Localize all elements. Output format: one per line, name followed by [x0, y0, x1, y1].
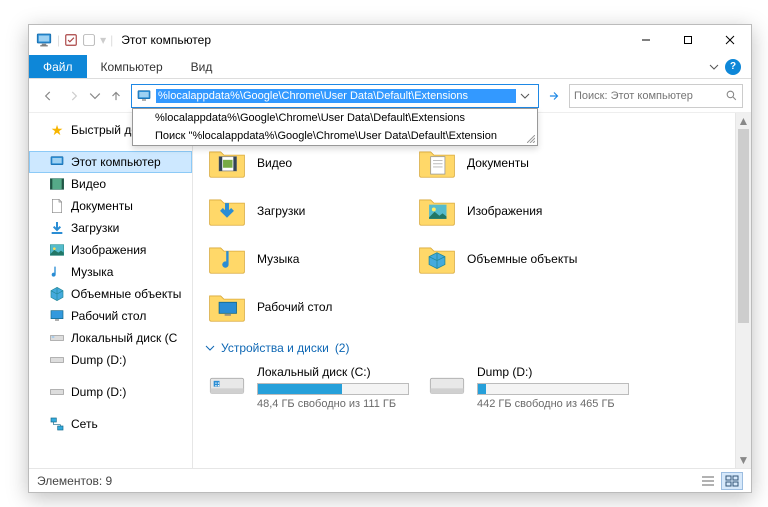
sidebar-item-desktop[interactable]: Рабочий стол — [29, 305, 192, 327]
folder-3d-objects[interactable]: Объемные объекты — [413, 235, 623, 283]
chevron-down-icon — [205, 343, 215, 353]
folder-documents[interactable]: Документы — [413, 139, 623, 187]
this-pc-icon — [136, 88, 152, 104]
tab-view[interactable]: Вид — [177, 55, 227, 78]
close-button[interactable] — [709, 26, 751, 54]
sidebar-item-3d-objects[interactable]: Объемные объекты — [29, 283, 192, 305]
qat-checkbox-icon[interactable] — [64, 33, 78, 47]
folder-images[interactable]: Изображения — [413, 187, 623, 235]
go-button[interactable] — [543, 85, 565, 107]
this-pc-icon — [35, 31, 53, 49]
address-bar[interactable]: %localappdata%\Google\Chrome\User Data\D… — [131, 84, 539, 108]
video-icon — [49, 176, 65, 192]
drive-dump-d[interactable]: Dump (D:) 442 ГБ свободно из 465 ГБ — [423, 361, 633, 414]
vertical-scrollbar[interactable]: ▲ ▼ — [735, 113, 751, 468]
recent-dropdown[interactable] — [89, 85, 101, 107]
drive-icon — [207, 365, 247, 405]
view-details-button[interactable] — [697, 472, 719, 490]
status-item-count: Элементов: 9 — [37, 474, 112, 488]
this-pc-icon — [49, 154, 65, 170]
drive-usage-bar — [477, 383, 629, 395]
up-button[interactable] — [105, 85, 127, 107]
folder-icon — [418, 146, 456, 180]
sidebar-item-network[interactable]: Сеть — [29, 413, 192, 435]
scroll-up-icon[interactable]: ▲ — [736, 113, 751, 129]
maximize-button[interactable] — [667, 26, 709, 54]
folder-icon — [418, 194, 456, 228]
sidebar-item-local-disk-c[interactable]: Локальный диск (C — [29, 327, 192, 349]
status-bar: Элементов: 9 — [29, 468, 751, 492]
section-devices-and-drives[interactable]: Устройства и диски (2) — [203, 331, 747, 361]
sidebar-item-images[interactable]: Изображения — [29, 239, 192, 261]
qat-dropdown-icon[interactable] — [82, 33, 96, 47]
drive-icon — [49, 330, 65, 346]
sidebar-item-dump-d-1[interactable]: Dump (D:) — [29, 349, 192, 371]
network-icon — [49, 416, 65, 432]
ribbon-tabs: Файл Компьютер Вид ? — [29, 55, 751, 79]
drive-icon — [49, 384, 65, 400]
address-suggestion-search[interactable]: Поиск "%localappdata%\Google\Chrome\User… — [133, 127, 537, 145]
qat-separator: | — [57, 33, 60, 47]
ribbon-expand-icon[interactable] — [709, 62, 719, 72]
desktop-icon — [49, 308, 65, 324]
download-icon — [49, 220, 65, 236]
folder-music[interactable]: Музыка — [203, 235, 413, 283]
address-input[interactable]: %localappdata%\Google\Chrome\User Data\D… — [156, 89, 516, 103]
sidebar-item-video[interactable]: Видео — [29, 173, 192, 195]
forward-button[interactable] — [63, 85, 85, 107]
sidebar-item-dump-d-2[interactable]: Dump (D:) — [29, 381, 192, 403]
sidebar-item-documents[interactable]: Документы — [29, 195, 192, 217]
back-button[interactable] — [37, 85, 59, 107]
minimize-button[interactable] — [625, 26, 667, 54]
image-icon — [49, 242, 65, 258]
folder-icon — [208, 242, 246, 276]
drive-local-c[interactable]: Локальный диск (C:) 48,4 ГБ свободно из … — [203, 361, 413, 414]
drive-icon — [427, 365, 467, 405]
content-pane: ▲ ▼ Видео Документы Загрузки — [193, 113, 751, 468]
folder-icon — [208, 146, 246, 180]
folder-icon — [208, 194, 246, 228]
view-large-icons-button[interactable] — [721, 472, 743, 490]
search-icon — [725, 89, 738, 102]
address-suggestion[interactable]: %localappdata%\Google\Chrome\User Data\D… — [133, 109, 537, 127]
window-title: Этот компьютер — [121, 33, 211, 47]
search-input[interactable] — [574, 90, 721, 102]
tab-file[interactable]: Файл — [29, 55, 87, 78]
music-icon — [49, 264, 65, 280]
document-icon — [49, 198, 65, 214]
folder-desktop[interactable]: Рабочий стол — [203, 283, 413, 331]
nav-toolbar: %localappdata%\Google\Chrome\User Data\D… — [29, 79, 751, 113]
folder-icon — [208, 290, 246, 324]
address-chevron-icon[interactable] — [516, 91, 534, 101]
explorer-window: | ▾ | Этот компьютер Файл Компьютер Вид … — [28, 24, 752, 493]
drive-usage-bar — [257, 383, 409, 395]
star-icon: ★ — [49, 122, 65, 138]
drive-icon — [49, 352, 65, 368]
navigation-pane: ★ Быстрый доступ Этот компьютер Видео До… — [29, 113, 193, 468]
folder-video[interactable]: Видео — [203, 139, 413, 187]
qat-separator: | — [110, 33, 113, 47]
scroll-thumb[interactable] — [738, 129, 749, 323]
titlebar: | ▾ | Этот компьютер — [29, 25, 751, 55]
tab-computer[interactable]: Компьютер — [87, 55, 177, 78]
sidebar-item-music[interactable]: Музыка — [29, 261, 192, 283]
sidebar-item-this-pc[interactable]: Этот компьютер — [29, 151, 192, 173]
scroll-down-icon[interactable]: ▼ — [736, 452, 751, 468]
help-icon[interactable]: ? — [725, 59, 741, 75]
search-box[interactable] — [569, 84, 743, 108]
sidebar-item-downloads[interactable]: Загрузки — [29, 217, 192, 239]
resize-grip-icon[interactable] — [527, 135, 535, 143]
address-dropdown: %localappdata%\Google\Chrome\User Data\D… — [132, 108, 538, 146]
folder-downloads[interactable]: Загрузки — [203, 187, 413, 235]
sidebar-item-label: Этот компьютер — [71, 155, 161, 169]
folder-icon — [418, 242, 456, 276]
cube-icon — [49, 286, 65, 302]
